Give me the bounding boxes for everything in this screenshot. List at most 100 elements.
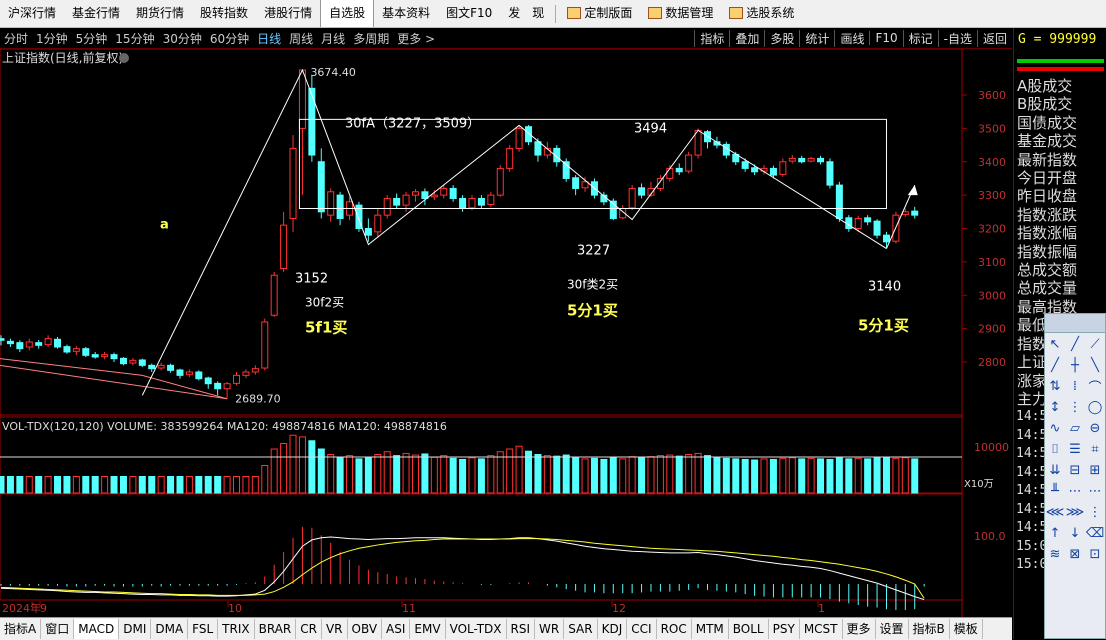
draw-tool-icon[interactable]: ┼ bbox=[1066, 356, 1084, 374]
draw-tool-icon[interactable]: ⟋ bbox=[1086, 335, 1104, 353]
top-menu-item-4[interactable]: 港股行情 bbox=[256, 0, 320, 27]
period-4[interactable]: 30分钟 bbox=[159, 30, 206, 47]
draw-tool-icon[interactable]: ⇅ bbox=[1046, 377, 1064, 395]
top-menu-item-3[interactable]: 股转指数 bbox=[192, 0, 256, 27]
draw-tool-icon[interactable]: ☰ bbox=[1066, 440, 1084, 458]
kline-chart[interactable]: 2800 2900 3000 3100 3200 3300 3400 3500 3600 上证指数… bbox=[0, 49, 1012, 617]
draw-tool-icon[interactable]: ⁞ bbox=[1066, 377, 1084, 395]
period-10[interactable]: 更多 > bbox=[393, 30, 439, 47]
indicator-tab-16[interactable]: SAR bbox=[564, 619, 598, 639]
period-2[interactable]: 5分钟 bbox=[72, 30, 112, 47]
indicator-tab-24[interactable]: 更多 bbox=[843, 619, 876, 639]
indicator-tab-22[interactable]: PSY bbox=[769, 619, 800, 639]
indicator-tab-25[interactable]: 设置 bbox=[876, 619, 909, 639]
chart-tool-0[interactable]: 指标 bbox=[694, 29, 729, 47]
draw-tool-icon[interactable]: ↖ bbox=[1046, 335, 1064, 353]
draw-tool-icon[interactable]: ∿ bbox=[1046, 419, 1064, 437]
indicator-tab-21[interactable]: BOLL bbox=[729, 619, 769, 639]
draw-tool-icon[interactable]: ⋮ bbox=[1086, 503, 1104, 521]
draw-tool-icon[interactable]: ⊡ bbox=[1086, 545, 1104, 563]
draw-tool-icon[interactable]: ▱ bbox=[1066, 419, 1084, 437]
top-tool-2[interactable]: 选股系统 bbox=[721, 0, 802, 27]
indicator-tab-23[interactable]: MCST bbox=[800, 619, 843, 639]
chart-tool-1[interactable]: 叠加 bbox=[729, 29, 764, 47]
top-menu-item-2[interactable]: 期货行情 bbox=[128, 0, 192, 27]
draw-tool-icon[interactable]: ↓ bbox=[1066, 524, 1084, 542]
draw-tool-icon[interactable]: ◯ bbox=[1086, 398, 1104, 416]
indicator-tab-26[interactable]: 指标B bbox=[909, 619, 950, 639]
indicator-tab-4[interactable]: DMA bbox=[151, 619, 189, 639]
draw-tool-icon[interactable]: ╱ bbox=[1066, 335, 1084, 353]
draw-tool-icon[interactable]: ╨ bbox=[1046, 482, 1064, 500]
draw-tool-icon[interactable]: ↕ bbox=[1046, 398, 1064, 416]
draw-tool-icon[interactable]: ⋮ bbox=[1066, 398, 1084, 416]
period-6[interactable]: 日线 bbox=[253, 30, 285, 47]
chart-tool-6[interactable]: 标记 bbox=[902, 29, 938, 47]
draw-tool-icon[interactable]: ⌷ bbox=[1046, 440, 1064, 458]
draw-tool-icon[interactable]: ↑ bbox=[1046, 524, 1064, 542]
indicator-tab-11[interactable]: ASI bbox=[382, 619, 411, 639]
chart-tool-3[interactable]: 统计 bbox=[799, 29, 834, 47]
quote-field: 最新指数 bbox=[1017, 150, 1078, 169]
draw-tool-icon[interactable]: ⊖ bbox=[1086, 419, 1104, 437]
draw-tool-icon[interactable]: ⊞ bbox=[1086, 461, 1104, 479]
indicator-tab-0[interactable]: 指标A bbox=[0, 619, 42, 639]
period-0[interactable]: 分时 bbox=[0, 30, 32, 47]
draw-tool-icon[interactable]: ⌫ bbox=[1086, 524, 1104, 542]
period-1[interactable]: 1分钟 bbox=[32, 30, 72, 47]
period-5[interactable]: 60分钟 bbox=[206, 30, 253, 47]
indicator-tab-2[interactable]: MACD bbox=[74, 619, 120, 639]
draw-tool-icon[interactable]: ≋ bbox=[1046, 545, 1064, 563]
draw-tool-icon[interactable]: ⋘ bbox=[1046, 503, 1065, 521]
draw-tool-icon[interactable]: ╱ bbox=[1046, 356, 1064, 374]
indicator-tab-27[interactable]: 模板 bbox=[950, 619, 983, 639]
chart-tool-5[interactable]: F10 bbox=[869, 31, 902, 45]
volume-bar bbox=[732, 458, 740, 494]
draw-tool-icon[interactable]: ⇊ bbox=[1046, 461, 1064, 479]
indicator-tab-15[interactable]: WR bbox=[535, 619, 565, 639]
top-menu-item-1[interactable]: 基金行情 bbox=[64, 0, 128, 27]
candle-body bbox=[364, 228, 372, 236]
indicator-tab-7[interactable]: BRAR bbox=[255, 619, 297, 639]
top-menu-item-5[interactable]: 自选股 bbox=[320, 0, 375, 27]
chart-tool-2[interactable]: 多股 bbox=[764, 29, 799, 47]
draw-tool-icon[interactable]: ⋙ bbox=[1066, 503, 1085, 521]
indicator-tab-1[interactable]: 窗口 bbox=[41, 619, 75, 639]
top-menu-item-0[interactable]: 沪深行情 bbox=[0, 0, 64, 27]
top-menu-item-6[interactable]: 基本资料 bbox=[374, 0, 438, 27]
indicator-tab-13[interactable]: VOL-TDX bbox=[446, 619, 507, 639]
period-3[interactable]: 15分钟 bbox=[111, 30, 158, 47]
top-tool-0[interactable]: 定制版面 bbox=[559, 0, 640, 27]
palette-title-bar[interactable] bbox=[1045, 314, 1105, 333]
indicator-tab-19[interactable]: ROC bbox=[657, 619, 692, 639]
top-tool-1[interactable]: 数据管理 bbox=[640, 0, 721, 27]
title-dropdown-icon[interactable] bbox=[119, 53, 129, 63]
draw-tool-icon[interactable]: ╲ bbox=[1086, 356, 1104, 374]
draw-tool-icon[interactable]: ⋯ bbox=[1066, 482, 1084, 500]
indicator-tab-8[interactable]: CR bbox=[296, 619, 322, 639]
indicator-tab-6[interactable]: TRIX bbox=[218, 619, 255, 639]
indicator-tab-3[interactable]: DMI bbox=[119, 619, 152, 639]
top-menu-item-8[interactable]: 发 现 bbox=[500, 0, 552, 27]
draw-tool-icon[interactable]: ⊟ bbox=[1066, 461, 1084, 479]
period-8[interactable]: 月线 bbox=[317, 30, 349, 47]
drawing-tool-palette[interactable]: ↖ ╱ ⟋ ╱ ┼ ╲ ⇅ ⁞ ⌒ ↕ ⋮ ◯ ∿ ▱ ⊖ ⌷ ☰ ⌗ ⇊ ⊟ ⊞ ╨ ⋯ ⋯ ⋘ ⋙ ⋮ ↑ ↓ ⌫ ≋ ⊠ ⊡ bbox=[1044, 313, 1106, 639]
chart-tool-7[interactable]: -自选 bbox=[937, 29, 977, 47]
indicator-tab-17[interactable]: KDJ bbox=[598, 619, 628, 639]
draw-tool-icon[interactable]: ⋯ bbox=[1086, 482, 1104, 500]
indicator-tab-5[interactable]: FSL bbox=[188, 619, 219, 639]
indicator-tab-10[interactable]: OBV bbox=[348, 619, 383, 639]
indicator-tab-12[interactable]: EMV bbox=[410, 619, 446, 639]
top-menu-item-7[interactable]: 图文F10 bbox=[438, 0, 500, 27]
indicator-tab-18[interactable]: CCI bbox=[627, 619, 657, 639]
indicator-tab-9[interactable]: VR bbox=[322, 619, 348, 639]
chart-tool-8[interactable]: 返回 bbox=[976, 29, 1012, 47]
period-7[interactable]: 周线 bbox=[285, 30, 317, 47]
chart-tool-4[interactable]: 画线 bbox=[834, 29, 869, 47]
draw-tool-icon[interactable]: ⊠ bbox=[1066, 545, 1084, 563]
indicator-tab-14[interactable]: RSI bbox=[507, 619, 536, 639]
indicator-tab-20[interactable]: MTM bbox=[692, 619, 729, 639]
period-9[interactable]: 多周期 bbox=[349, 30, 393, 47]
draw-tool-icon[interactable]: ⌒ bbox=[1086, 377, 1104, 396]
draw-tool-icon[interactable]: ⌗ bbox=[1086, 440, 1104, 458]
